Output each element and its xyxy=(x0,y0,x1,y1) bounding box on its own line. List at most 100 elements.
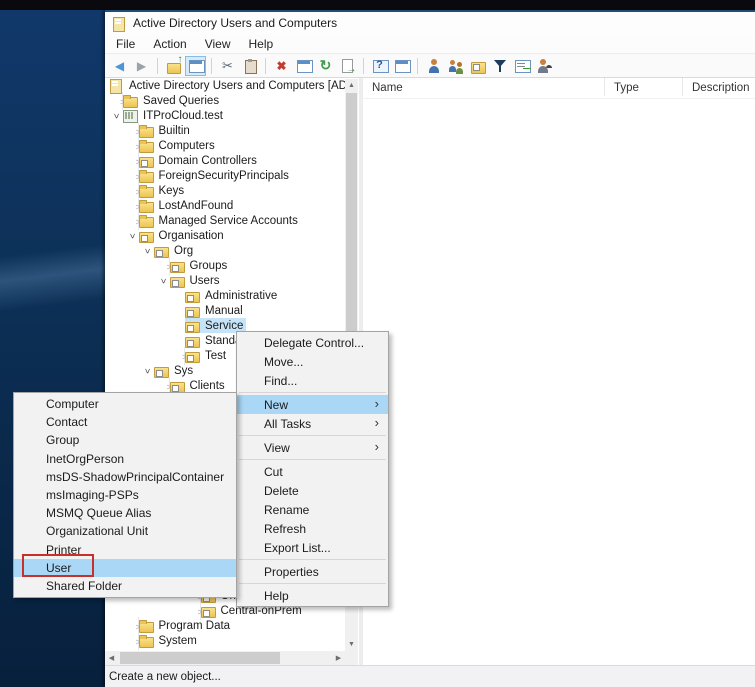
menu-bar: FileActionViewHelp xyxy=(105,34,755,54)
tree-item[interactable]: Administrative xyxy=(105,288,345,303)
scroll-down-icon[interactable] xyxy=(345,638,358,651)
tree-item[interactable]: Managed Service Accounts xyxy=(105,213,345,228)
new-ou-button[interactable] xyxy=(467,56,488,76)
expand-arrow-icon[interactable] xyxy=(189,602,201,620)
context-menu-item-delegate-control[interactable]: Delegate Control... xyxy=(237,333,388,352)
expand-arrow-icon[interactable] xyxy=(127,212,139,230)
new-user-button[interactable] xyxy=(423,56,444,76)
submenu-item-group[interactable]: Group xyxy=(14,431,236,449)
ou-icon xyxy=(170,379,185,392)
tree-item[interactable]: Organisation xyxy=(105,228,345,243)
submenu-item-inetorgperson[interactable]: InetOrgPerson xyxy=(14,450,236,468)
submenu-item-shared-folder[interactable]: Shared Folder xyxy=(14,577,236,595)
window-title: Active Directory Users and Computers xyxy=(133,16,337,30)
properties-window-button[interactable] xyxy=(293,56,314,76)
menu-item-label: Export List... xyxy=(264,541,331,555)
horizontal-scroll-thumb[interactable] xyxy=(120,652,280,664)
console-window-button[interactable] xyxy=(391,56,412,76)
submenu-item-computer[interactable]: Computer xyxy=(14,395,236,413)
context-menu-item-delete[interactable]: Delete xyxy=(237,481,388,500)
tree-item[interactable]: Groups xyxy=(105,258,345,273)
tree-item-label: Managed Service Accounts xyxy=(158,215,298,227)
filter-button[interactable] xyxy=(489,56,510,76)
menu-item-label: Rename xyxy=(264,503,309,517)
scroll-right-icon[interactable] xyxy=(332,651,345,665)
context-menu-item-export-list[interactable]: Export List... xyxy=(237,538,388,557)
back-button[interactable] xyxy=(109,56,130,76)
menu-separator xyxy=(239,583,386,584)
scroll-left-icon[interactable] xyxy=(105,651,118,665)
tree-item[interactable]: ForeignSecurityPrincipals xyxy=(105,168,345,183)
expand-arrow-icon[interactable] xyxy=(173,347,185,365)
collapse-arrow-icon[interactable] xyxy=(142,365,154,377)
tree-item[interactable]: Org xyxy=(105,243,345,258)
collapse-arrow-icon[interactable] xyxy=(142,245,154,257)
tree-item[interactable]: Active Directory Users and Computers [AD… xyxy=(105,78,345,93)
collapse-arrow-icon[interactable] xyxy=(127,230,139,242)
menu-item-label: All Tasks xyxy=(264,417,311,431)
context-menu-item-all-tasks[interactable]: All Tasks xyxy=(237,414,388,433)
tree-item[interactable]: Manual xyxy=(105,303,345,318)
column-header-description[interactable]: Description xyxy=(683,78,755,96)
menu-item-label: Help xyxy=(264,589,289,603)
tree-item[interactable]: Computers xyxy=(105,138,345,153)
menu-item-label: View xyxy=(264,441,290,455)
tree-item[interactable]: ITProCloud.test xyxy=(105,108,345,123)
collapse-arrow-icon[interactable] xyxy=(158,275,170,287)
show-console-tree-button[interactable] xyxy=(185,56,206,76)
menu-item-label: Computer xyxy=(46,397,99,411)
filter-options-window-button[interactable] xyxy=(511,56,532,76)
tree-item[interactable]: LostAndFound xyxy=(105,198,345,213)
expand-arrow-icon[interactable] xyxy=(158,257,170,275)
context-menu-item-cut[interactable]: Cut xyxy=(237,462,388,481)
context-menu-item-help[interactable]: Help xyxy=(237,586,388,605)
context-menu-item-properties[interactable]: Properties xyxy=(237,562,388,581)
context-menu-item-new[interactable]: New xyxy=(237,395,388,414)
menu-separator xyxy=(239,392,386,393)
tree-item[interactable]: Keys xyxy=(105,183,345,198)
submenu-item-organizational-unit[interactable]: Organizational Unit xyxy=(14,522,236,540)
context-menu-item-move[interactable]: Move... xyxy=(237,352,388,371)
menu-help[interactable]: Help xyxy=(240,35,283,53)
tree-item[interactable]: Domain Controllers xyxy=(105,153,345,168)
submenu-item-msmq-queue-alias[interactable]: MSMQ Queue Alias xyxy=(14,504,236,522)
expand-arrow-icon[interactable] xyxy=(127,632,139,650)
expand-arrow-icon[interactable] xyxy=(111,92,123,110)
title-bar[interactable]: Active Directory Users and Computers xyxy=(105,12,755,34)
menu-file[interactable]: File xyxy=(107,35,144,53)
help-button[interactable] xyxy=(369,56,390,76)
context-menu-item-rename[interactable]: Rename xyxy=(237,500,388,519)
submenu-item-msimaging-psps[interactable]: msImaging-PSPs xyxy=(14,486,236,504)
menu-action[interactable]: Action xyxy=(144,35,195,53)
paste-icon xyxy=(242,58,258,74)
submenu-item-msds-shadowprincipalcontainer[interactable]: msDS-ShadowPrincipalContainer xyxy=(14,468,236,486)
new-group-button[interactable] xyxy=(445,56,466,76)
cut-button[interactable] xyxy=(217,56,238,76)
tree-item[interactable]: Program Data xyxy=(105,618,345,633)
refresh-button[interactable] xyxy=(315,56,336,76)
delete-button[interactable] xyxy=(271,56,292,76)
submenu-item-contact[interactable]: Contact xyxy=(14,413,236,431)
context-menu-item-refresh[interactable]: Refresh xyxy=(237,519,388,538)
tree-item[interactable]: Saved Queries xyxy=(105,93,345,108)
paste-button[interactable] xyxy=(239,56,260,76)
up-one-level-button[interactable] xyxy=(163,56,184,76)
context-menu-item-view[interactable]: View xyxy=(237,438,388,457)
collapse-arrow-icon[interactable] xyxy=(111,110,123,122)
menu-view[interactable]: View xyxy=(196,35,240,53)
column-header-name[interactable]: Name xyxy=(363,78,605,96)
tree-item[interactable]: Builtin xyxy=(105,123,345,138)
forward-button[interactable] xyxy=(131,56,152,76)
tree-horizontal-scrollbar[interactable] xyxy=(105,651,345,665)
tree-item[interactable]: Users xyxy=(105,273,345,288)
scroll-up-icon[interactable] xyxy=(345,79,358,92)
ou-icon xyxy=(154,364,169,377)
context-menu-item-find[interactable]: Find... xyxy=(237,371,388,390)
status-text: Create a new object... xyxy=(109,671,221,683)
special-permissions-button[interactable] xyxy=(533,56,554,76)
export-list-button[interactable] xyxy=(337,56,358,76)
ou-icon xyxy=(185,319,200,332)
ou-icon xyxy=(185,304,200,317)
column-header-type[interactable]: Type xyxy=(605,78,683,96)
tree-item[interactable]: System xyxy=(105,633,345,648)
